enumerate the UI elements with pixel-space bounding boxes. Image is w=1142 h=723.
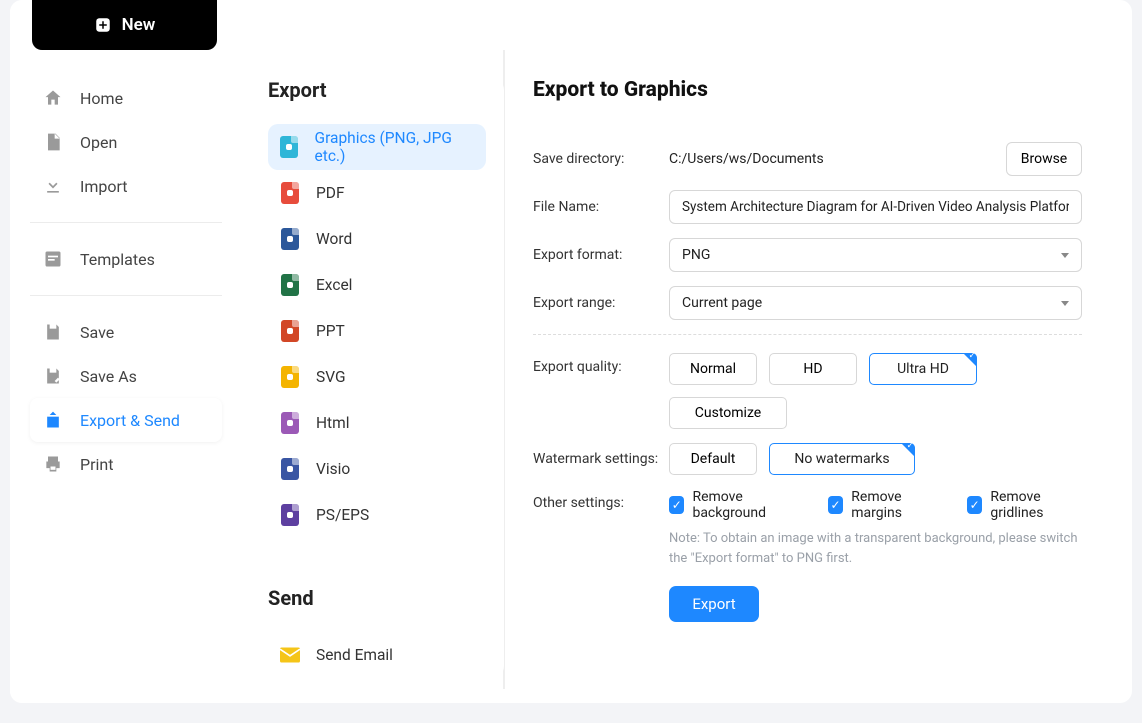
sidebar-item-open[interactable]: Open	[30, 120, 222, 164]
sidebar-item-label: Open	[80, 133, 117, 152]
format-item-html[interactable]: Html	[268, 400, 486, 446]
sidebar-item-save-as[interactable]: Save As	[30, 354, 222, 398]
file-icon	[280, 136, 299, 158]
chevron-down-icon	[1061, 301, 1069, 306]
details-title: Export to Graphics	[533, 78, 1082, 102]
send-heading: Send	[268, 586, 486, 610]
label-watermark: Watermark settings:	[533, 451, 669, 467]
checkbox-label: Remove gridlines	[990, 489, 1082, 521]
export-range-select[interactable]: Current page	[669, 286, 1082, 320]
label-export-quality: Export quality:	[533, 353, 669, 375]
sidebar: New Home Open Import T	[10, 0, 242, 703]
file-icon	[280, 504, 300, 526]
watermark-option-no-watermarks[interactable]: No watermarks	[769, 443, 915, 475]
send-label: Send Email	[316, 646, 393, 664]
quality-option-normal[interactable]: Normal	[669, 353, 757, 385]
checkbox-remove-margins[interactable]: ✓ Remove margins	[828, 489, 941, 521]
chevron-down-icon	[1061, 253, 1069, 258]
new-button[interactable]: New	[32, 0, 217, 50]
save-as-icon	[42, 365, 64, 387]
customize-button[interactable]: Customize	[669, 397, 787, 429]
format-label: Excel	[316, 276, 352, 294]
format-label: Visio	[316, 460, 350, 478]
format-item-excel[interactable]: Excel	[268, 262, 486, 308]
sidebar-item-save[interactable]: Save	[30, 310, 222, 354]
format-item-ppt[interactable]: PPT	[268, 308, 486, 354]
checkbox-remove-gridlines[interactable]: ✓ Remove gridlines	[967, 489, 1082, 521]
send-item-email[interactable]: Send Email	[268, 632, 486, 678]
sidebar-item-label: Templates	[80, 250, 155, 269]
sidebar-item-import[interactable]: Import	[30, 164, 222, 208]
checkbox-label: Remove background	[692, 489, 801, 521]
import-icon	[42, 175, 64, 197]
format-label: PS/EPS	[316, 506, 369, 524]
file-icon	[280, 366, 300, 388]
save-icon	[42, 321, 64, 343]
format-item-visio[interactable]: Visio	[268, 446, 486, 492]
export-format-value: PNG	[682, 247, 710, 263]
quality-option-hd[interactable]: HD	[769, 353, 857, 385]
sidebar-item-export-send[interactable]: Export & Send	[30, 398, 222, 442]
checkbox-label: Remove margins	[851, 489, 941, 521]
export-icon	[42, 409, 64, 431]
check-icon: ✓	[967, 496, 982, 514]
sidebar-item-label: Export & Send	[80, 411, 180, 430]
format-label: SVG	[316, 368, 346, 386]
file-icon	[280, 320, 300, 342]
format-label: PPT	[316, 322, 345, 340]
sidebar-item-templates[interactable]: Templates	[30, 237, 222, 281]
checkbox-remove-background[interactable]: ✓ Remove background	[669, 489, 802, 521]
new-button-label: New	[122, 15, 156, 35]
print-icon	[42, 453, 64, 475]
format-item-graphics-png-jpg-etc-[interactable]: Graphics (PNG, JPG etc.)	[268, 124, 486, 170]
watermark-option-default[interactable]: Default	[669, 443, 757, 475]
plus-icon	[94, 16, 112, 34]
format-label: Word	[316, 230, 352, 248]
export-format-select[interactable]: PNG	[669, 238, 1082, 272]
file-name-input[interactable]	[669, 190, 1082, 224]
format-label: PDF	[316, 184, 345, 202]
file-icon	[280, 458, 300, 480]
browse-button[interactable]: Browse	[1006, 142, 1082, 176]
file-icon	[280, 274, 300, 296]
note-text: Note: To obtain an image with a transpar…	[669, 529, 1082, 568]
format-item-ps-eps[interactable]: PS/EPS	[268, 492, 486, 538]
label-other-settings: Other settings:	[533, 489, 669, 511]
export-heading: Export	[268, 78, 486, 102]
format-label: Graphics (PNG, JPG etc.)	[315, 129, 474, 165]
sidebar-item-label: Save As	[80, 367, 137, 386]
format-item-pdf[interactable]: PDF	[268, 170, 486, 216]
export-range-value: Current page	[682, 295, 762, 311]
sidebar-item-label: Save	[80, 323, 114, 342]
save-directory-value: C:/Users/ws/Documents	[669, 151, 994, 167]
format-item-word[interactable]: Word	[268, 216, 486, 262]
file-icon	[280, 228, 300, 250]
quality-option-ultra-hd[interactable]: Ultra HD	[869, 353, 977, 385]
sidebar-item-home[interactable]: Home	[30, 76, 222, 120]
label-export-range: Export range:	[533, 295, 669, 311]
sidebar-item-label: Print	[80, 455, 113, 474]
format-label: Html	[316, 414, 350, 432]
file-icon	[280, 182, 300, 204]
mail-icon	[280, 644, 300, 666]
label-export-format: Export format:	[533, 247, 669, 263]
sidebar-item-label: Home	[80, 89, 123, 108]
check-icon: ✓	[828, 496, 843, 514]
export-button[interactable]: Export	[669, 586, 759, 622]
open-icon	[42, 131, 64, 153]
file-icon	[280, 412, 300, 434]
label-file-name: File Name:	[533, 199, 669, 215]
sidebar-item-print[interactable]: Print	[30, 442, 222, 486]
templates-icon	[42, 248, 64, 270]
label-save-directory: Save directory:	[533, 151, 669, 167]
check-icon: ✓	[669, 496, 684, 514]
home-icon	[42, 87, 64, 109]
sidebar-item-label: Import	[80, 177, 128, 196]
format-item-svg[interactable]: SVG	[268, 354, 486, 400]
